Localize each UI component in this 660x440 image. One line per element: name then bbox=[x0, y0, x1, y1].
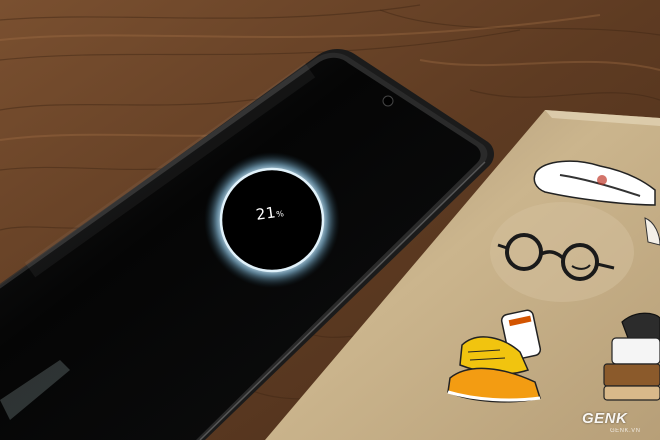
watermark-brand: GENK bbox=[582, 410, 628, 427]
glasses-sticker bbox=[490, 202, 634, 302]
camera-punch-hole bbox=[382, 95, 394, 107]
battery-level-unit: % bbox=[275, 209, 285, 220]
photo-scene bbox=[0, 0, 660, 440]
battery-level-value: 21 bbox=[254, 203, 278, 224]
watermark-site: GENK.VN bbox=[610, 428, 641, 434]
